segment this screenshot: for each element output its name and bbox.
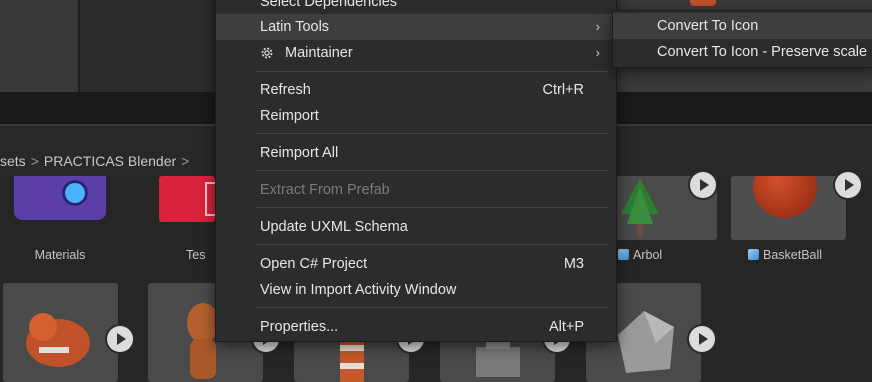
menu-item-label: Reimport xyxy=(260,108,319,124)
character-thumbnail[interactable] xyxy=(3,283,118,382)
menu-item-extract-from-prefab: Extract From Prefab xyxy=(216,177,616,203)
menu-separator xyxy=(256,244,608,245)
asset-label-text: BasketBall xyxy=(763,248,823,262)
asset-label-text: Arbol xyxy=(633,248,663,262)
play-icon[interactable] xyxy=(107,326,133,352)
prefab-icon xyxy=(618,249,629,260)
prefab-icon xyxy=(748,249,759,260)
play-icon[interactable] xyxy=(689,326,715,352)
menu-item-shortcut: Alt+P xyxy=(548,319,584,335)
context-menu: Select Dependencies Latin Tools › Maintai… xyxy=(215,0,617,342)
menu-item-view-import-activity[interactable]: View in Import Activity Window xyxy=(216,277,616,303)
menu-item-label: Refresh xyxy=(260,82,311,98)
menu-separator xyxy=(256,307,608,308)
menu-item-properties[interactable]: Properties... Alt+P xyxy=(216,314,616,340)
menu-item-maintainer[interactable]: Maintainer › xyxy=(216,40,616,66)
material-sphere-icon xyxy=(62,180,88,206)
menu-item-label: Convert To Icon - Preserve scale xyxy=(657,44,868,60)
menu-item-label: View in Import Activity Window xyxy=(260,282,457,298)
latin-tools-submenu: Convert To Icon Convert To Icon - Preser… xyxy=(612,10,872,68)
gear-icon xyxy=(261,47,273,59)
scene-panel-left xyxy=(0,0,78,92)
menu-separator xyxy=(256,133,608,134)
menu-item-label: Extract From Prefab xyxy=(260,182,390,198)
breadcrumb: sets > PRACTICAS Blender > xyxy=(0,148,194,174)
menu-item-refresh[interactable]: Refresh Ctrl+R xyxy=(216,77,616,103)
basketball-thumbnail[interactable] xyxy=(731,176,846,240)
menu-item-label: Update UXML Schema xyxy=(260,219,408,235)
scene-orange-object xyxy=(690,0,716,6)
ball-model-icon xyxy=(753,176,817,218)
chevron-right-icon: › xyxy=(595,45,600,60)
scene-panel-mid xyxy=(80,0,215,92)
menu-item-reimport-all[interactable]: Reimport All xyxy=(216,140,616,166)
asset-label: Tes xyxy=(186,248,206,262)
chevron-right-icon: › xyxy=(595,19,600,34)
menu-item-convert-to-icon[interactable]: Convert To Icon xyxy=(613,13,872,39)
menu-separator xyxy=(256,170,608,171)
chevron-right-icon: > xyxy=(181,153,190,169)
asset-label: Arbol xyxy=(618,248,718,262)
menu-separator xyxy=(256,71,608,72)
menu-item-open-csharp-project[interactable]: Open C# Project M3 xyxy=(216,251,616,277)
document-icon xyxy=(205,182,215,216)
menu-item-label: Maintainer xyxy=(285,45,353,61)
asset-label: Materials xyxy=(34,248,86,262)
menu-item-label: Properties... xyxy=(260,319,339,335)
menu-item-update-uxml-schema[interactable]: Update UXML Schema xyxy=(216,214,616,240)
menu-item-shortcut: M3 xyxy=(563,256,584,272)
menu-item-label: Open C# Project xyxy=(260,256,368,272)
menu-item-label: Latin Tools xyxy=(260,19,330,35)
menu-item-select-dependencies[interactable]: Select Dependencies xyxy=(216,0,616,15)
chevron-right-icon: > xyxy=(30,153,39,169)
breadcrumb-item[interactable]: sets xyxy=(0,153,26,169)
menu-item-convert-to-icon-preserve-scale[interactable]: Convert To Icon - Preserve scale xyxy=(613,39,872,65)
tes-asset-thumbnail[interactable] xyxy=(159,176,215,222)
play-icon[interactable] xyxy=(835,172,861,198)
menu-item-latin-tools[interactable]: Latin Tools › xyxy=(216,14,616,40)
menu-item-label: Select Dependencies xyxy=(260,0,398,10)
breadcrumb-item[interactable]: PRACTICAS Blender xyxy=(44,153,176,169)
menu-item-shortcut: Ctrl+R xyxy=(542,82,585,98)
asset-label: BasketBall xyxy=(748,248,858,262)
menu-item-reimport[interactable]: Reimport xyxy=(216,103,616,129)
character-model-icon xyxy=(26,313,90,367)
play-icon[interactable] xyxy=(690,172,716,198)
menu-item-label: Reimport All xyxy=(260,145,339,161)
materials-folder-thumbnail[interactable] xyxy=(14,176,106,220)
menu-separator xyxy=(256,207,608,208)
menu-item-label: Convert To Icon xyxy=(657,18,759,34)
